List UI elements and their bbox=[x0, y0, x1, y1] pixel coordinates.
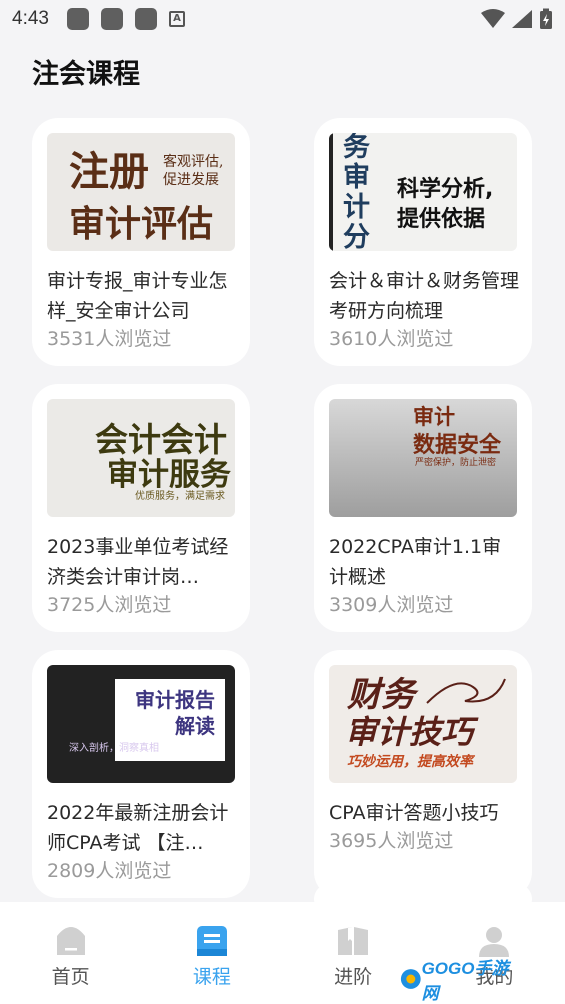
course-views: 2809人浏览过 bbox=[47, 860, 172, 882]
course-card[interactable]: 财务 审计技巧 巧妙运用，提高效率 CPA审计答题小技巧 3695人浏览过 bbox=[314, 650, 532, 898]
thumbnail-subtext: 深入剖析，洞察真相 bbox=[69, 743, 159, 754]
course-views: 3725人浏览过 bbox=[47, 594, 172, 616]
course-card[interactable]: 审计 数据安全 严密保护，防止泄密 2022CPA审计1.1审计概述 3309人… bbox=[314, 384, 532, 632]
signal-icon bbox=[512, 10, 532, 28]
battery-icon bbox=[540, 8, 552, 29]
book-icon bbox=[338, 927, 369, 955]
thumbnail-subtext: 客观评估, 促进发展 bbox=[163, 154, 224, 188]
status-bar: 4:43 A bbox=[0, 0, 565, 38]
course-thumbnail: 会计会计 审计服务 优质服务，满足需求 bbox=[47, 399, 235, 517]
course-thumbnail: 务审计分析 科学分析, 提供依据 bbox=[329, 133, 517, 251]
keyboard-icon: A bbox=[168, 11, 185, 27]
thumbnail-text: 审计技巧 bbox=[345, 713, 474, 751]
gogo-logo-icon bbox=[400, 969, 421, 989]
course-card[interactable]: 审计报告 解读 深入剖析，洞察真相 2022年最新注册会计师CPA考试 【注… … bbox=[32, 650, 250, 898]
course-title: 2022CPA审计1.1审计概述 bbox=[329, 536, 502, 588]
user-icon bbox=[479, 927, 510, 957]
thumbnail-text: 注册 bbox=[69, 148, 149, 195]
notification-icon bbox=[66, 8, 89, 30]
watermark: GOGO手游网 bbox=[400, 959, 515, 1003]
course-views: 3531人浏览过 bbox=[47, 328, 172, 350]
home-icon bbox=[56, 927, 85, 955]
course-icon bbox=[196, 926, 227, 956]
course-title: 2022年最新注册会计师CPA考试 【注… bbox=[47, 802, 229, 854]
course-card[interactable]: 会计会计 审计服务 优质服务，满足需求 2023事业单位考试经济类会计审计岗… … bbox=[32, 384, 250, 632]
course-views: 3309人浏览过 bbox=[329, 594, 454, 616]
course-title: 审计专报_审计专业怎样_安全审计公司 bbox=[47, 270, 228, 322]
thumbnail-text: 审计评估 bbox=[69, 203, 214, 245]
course-thumbnail: 注册 客观评估, 促进发展 审计评估 bbox=[47, 133, 235, 251]
tab-label: 首页 bbox=[51, 966, 90, 988]
thumbnail-subtext: 优质服务，满足需求 bbox=[135, 491, 225, 502]
tab-label: 课程 bbox=[192, 966, 231, 988]
watermark-text: GOGO手游网 bbox=[421, 959, 509, 1003]
course-card[interactable]: 注册 客观评估, 促进发展 审计评估 审计专报_审计专业怎样_安全审计公司 35… bbox=[32, 118, 250, 366]
thumbnail-subtext: 严密保护，防止泄密 bbox=[415, 458, 497, 468]
tab-course[interactable]: 课程 bbox=[141, 902, 282, 1004]
notification-icon bbox=[100, 8, 123, 30]
wifi-icon bbox=[481, 9, 505, 28]
course-title: CPA审计答题小技巧 bbox=[329, 802, 499, 824]
thumbnail-divider bbox=[329, 133, 333, 251]
thumbnail-subtext: 科学分析, 提供依据 bbox=[397, 177, 494, 232]
thumbnail-subtext: 巧妙运用，提高效率 bbox=[347, 754, 473, 770]
status-time: 4:43 bbox=[12, 8, 49, 29]
course-card[interactable]: 务审计分析 科学分析, 提供依据 会计＆审计＆财务管理考研方向梳理 3610人浏… bbox=[314, 118, 532, 366]
tab-label: 进阶 bbox=[334, 966, 373, 988]
page-title: 注会课程 bbox=[32, 59, 140, 90]
thumbnail-text: 务审计分析 bbox=[343, 133, 370, 251]
course-thumbnail: 审计报告 解读 深入剖析，洞察真相 bbox=[47, 665, 235, 783]
course-title: 会计＆审计＆财务管理考研方向梳理 bbox=[329, 270, 519, 322]
tab-home[interactable]: 首页 bbox=[0, 902, 141, 1004]
course-views: 3610人浏览过 bbox=[329, 328, 454, 350]
course-thumbnail: 审计 数据安全 严密保护，防止泄密 bbox=[329, 399, 517, 517]
course-title: 2023事业单位考试经济类会计审计岗… bbox=[47, 536, 229, 588]
notification-icon bbox=[134, 8, 157, 30]
course-thumbnail: 财务 审计技巧 巧妙运用，提高效率 bbox=[329, 665, 517, 783]
pen-flourish-icon bbox=[426, 678, 506, 704]
thumbnail-text: 审计报告 解读 bbox=[135, 688, 215, 738]
course-views: 3695人浏览过 bbox=[329, 830, 454, 852]
